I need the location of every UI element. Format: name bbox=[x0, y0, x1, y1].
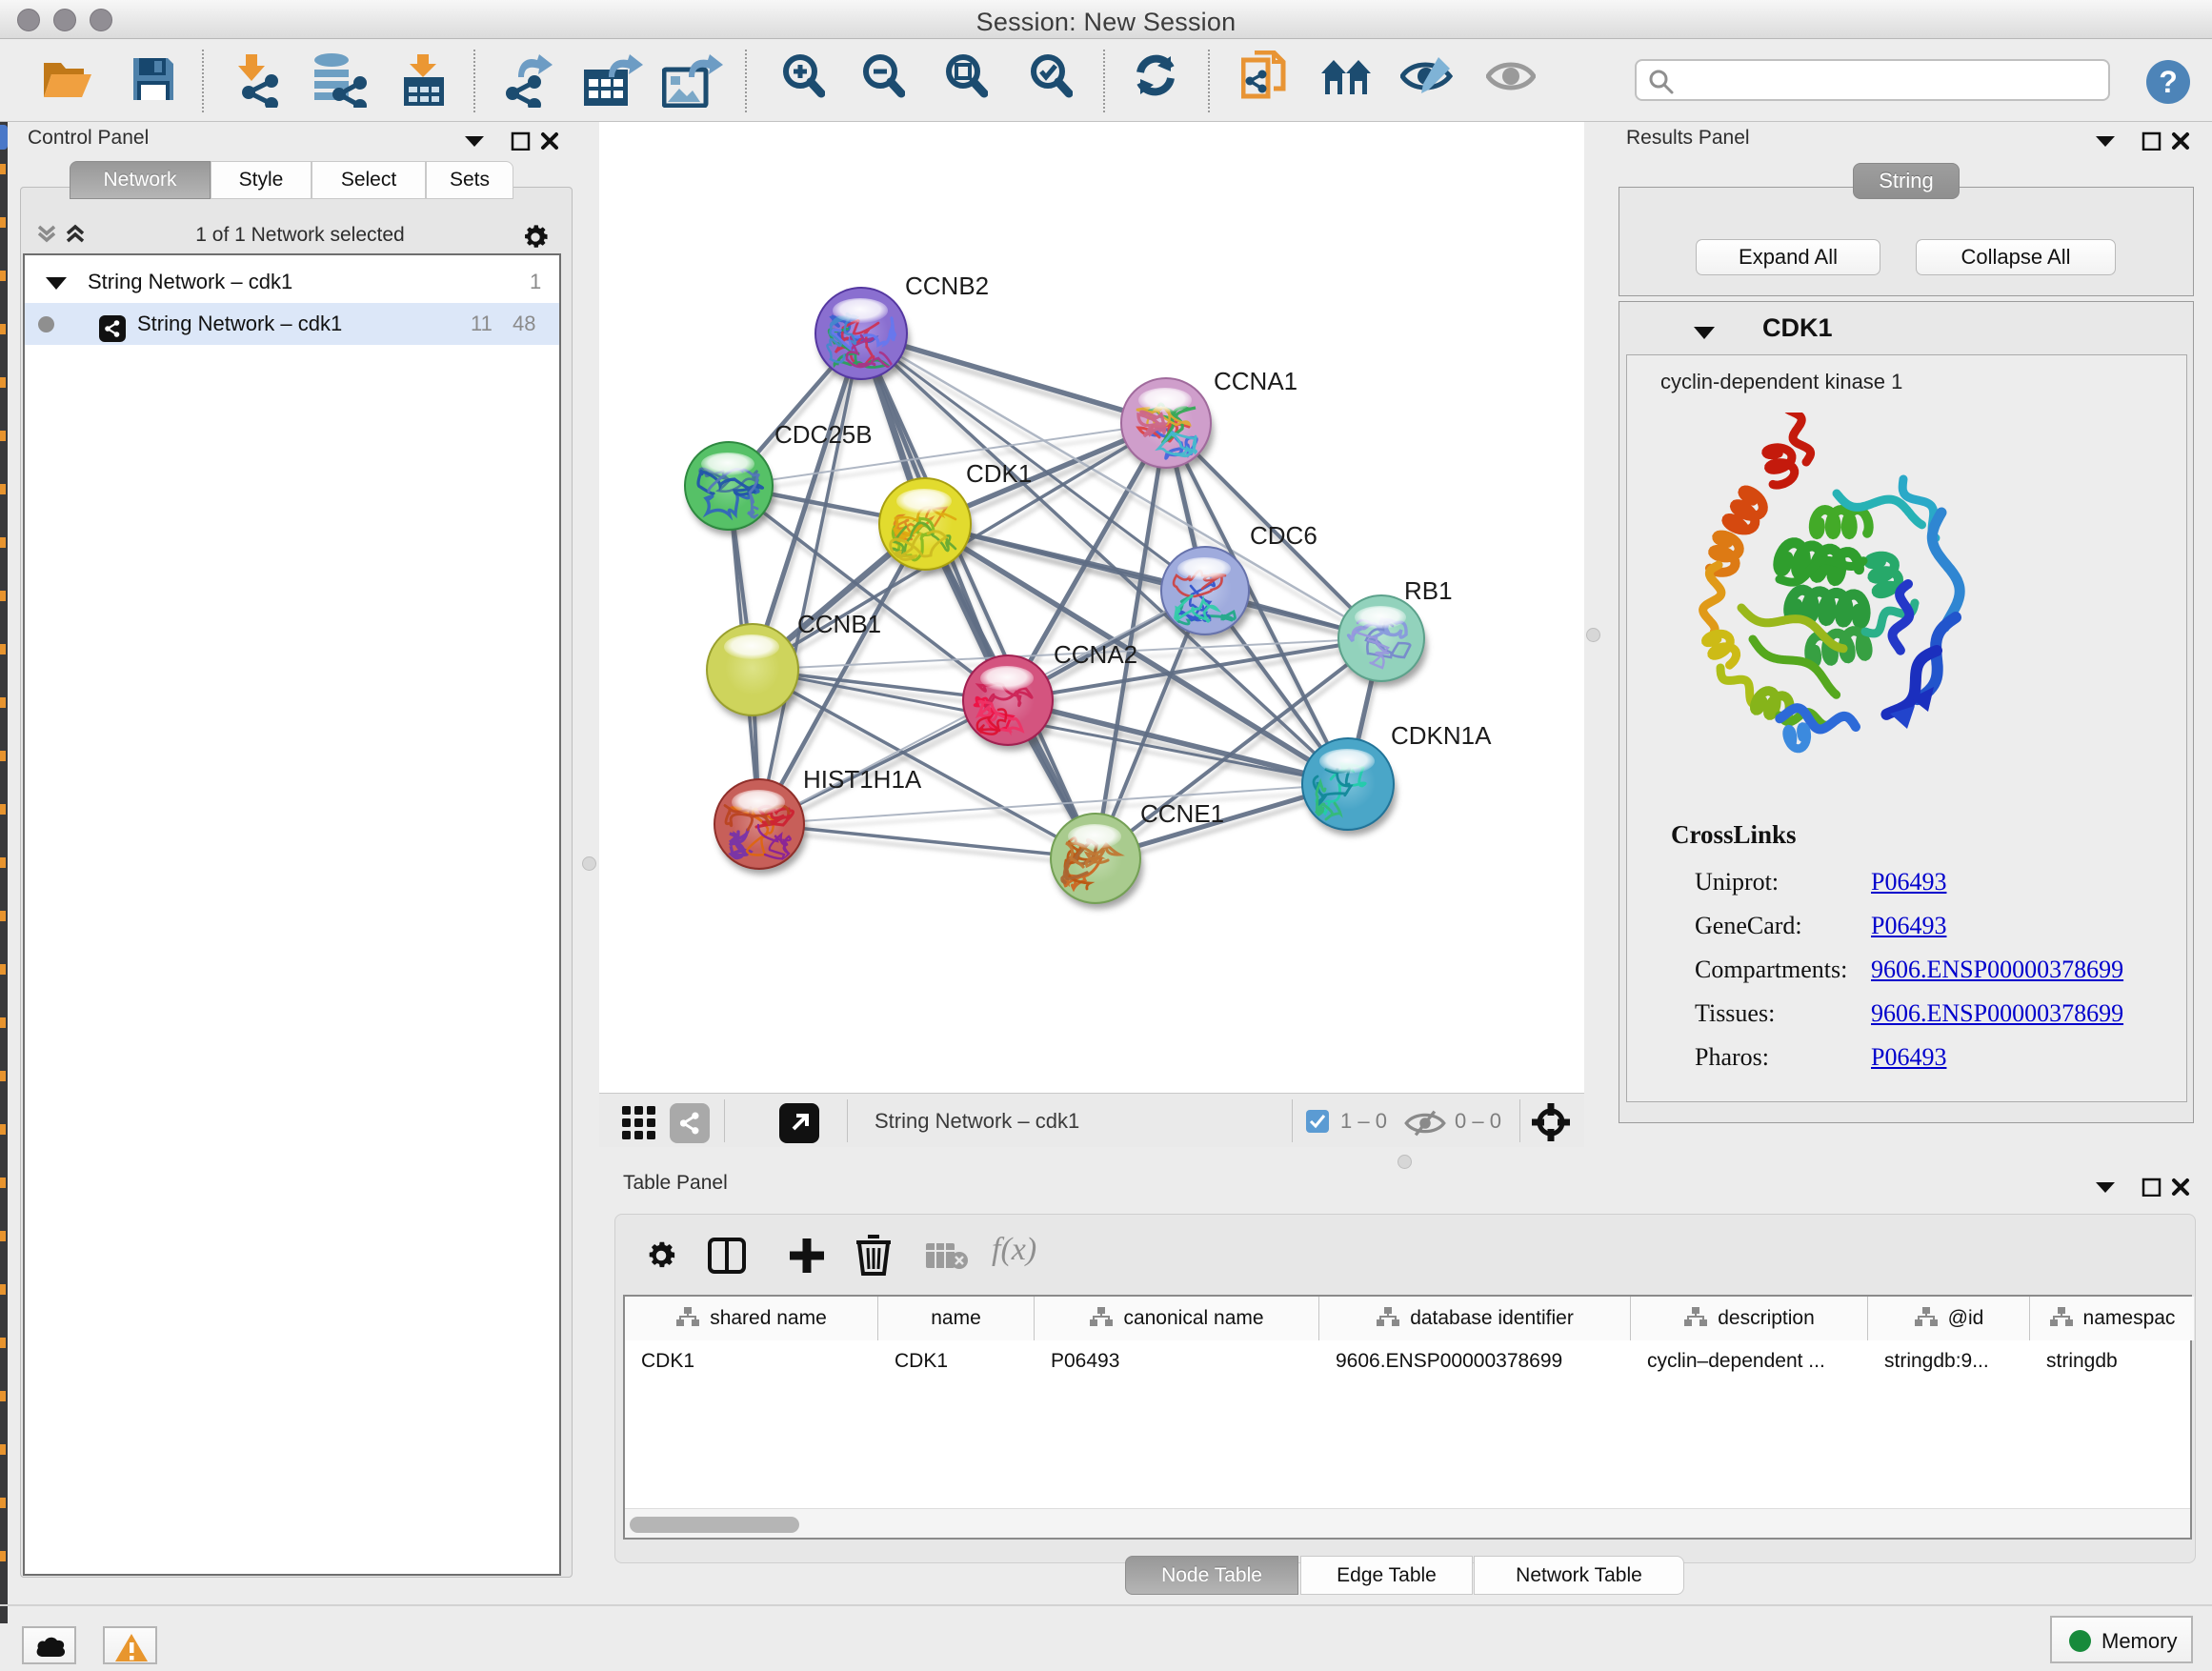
svg-text:RB1: RB1 bbox=[1404, 576, 1453, 605]
svg-text:CDC6: CDC6 bbox=[1250, 521, 1317, 550]
svg-text:CCNA2: CCNA2 bbox=[1054, 640, 1137, 669]
svg-text:HIST1H1A: HIST1H1A bbox=[803, 765, 922, 794]
svg-text:?: ? bbox=[2159, 65, 2178, 99]
svg-text:CDK1: CDK1 bbox=[966, 459, 1032, 488]
svg-text:CDC25B: CDC25B bbox=[774, 420, 873, 449]
svg-text:CCNE1: CCNE1 bbox=[1140, 799, 1224, 828]
svg-text:CDKN1A: CDKN1A bbox=[1391, 721, 1492, 750]
svg-text:CCNA1: CCNA1 bbox=[1214, 367, 1297, 395]
svg-text:CCNB2: CCNB2 bbox=[905, 272, 989, 300]
svg-text:CCNB1: CCNB1 bbox=[797, 610, 881, 638]
